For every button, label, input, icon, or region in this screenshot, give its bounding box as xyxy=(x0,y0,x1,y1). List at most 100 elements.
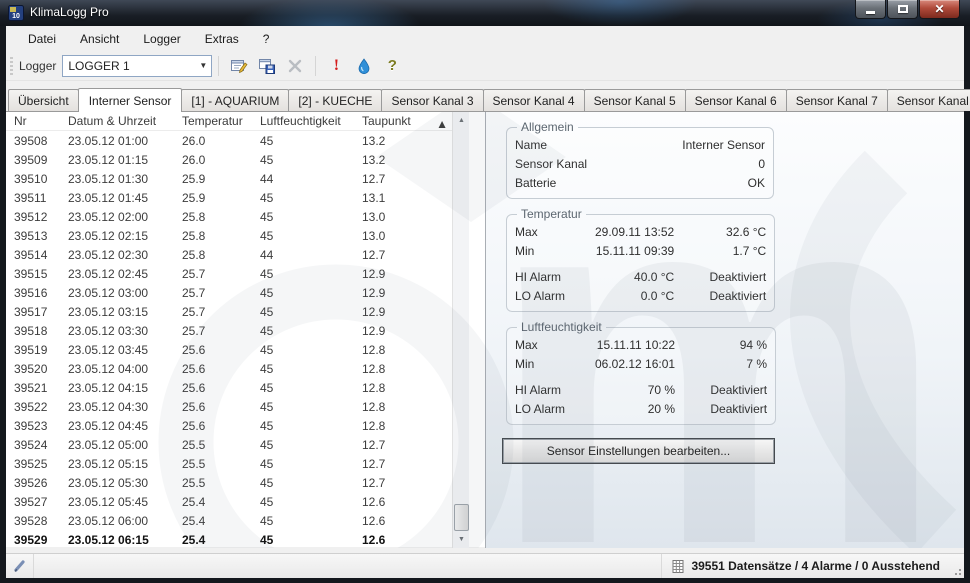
info-row: Sensor Kanal 0 xyxy=(515,154,765,173)
tab[interactable]: Interner Sensor xyxy=(78,88,183,112)
app-icon: 10 xyxy=(8,5,24,21)
table-row[interactable]: 39509 23.05.12 01:15 26.0 45 13.2 xyxy=(6,150,452,169)
properties-icon xyxy=(230,57,248,75)
minimize-button[interactable] xyxy=(855,0,886,19)
scroll-up-icon[interactable]: ▲ xyxy=(453,112,470,129)
logger-select[interactable]: LOGGER 1 ▼ xyxy=(62,55,212,77)
table-row[interactable]: 39514 23.05.12 02:30 25.8 44 12.7 xyxy=(6,245,452,264)
table-row[interactable]: 39518 23.05.12 03:30 25.7 45 12.9 xyxy=(6,321,452,340)
window-title: KlimaLogg Pro xyxy=(30,5,109,19)
toolbar-grip[interactable] xyxy=(10,57,13,75)
svg-text:10: 10 xyxy=(12,13,20,20)
records-status-text: 39551 Datensätze / 4 Alarme / 0 Ausstehe… xyxy=(691,559,940,573)
group-luftfeuchtigkeit: Luftfeuchtigkeit Max 15.11.11 10:22 94 %… xyxy=(506,320,776,425)
close-button[interactable]: ✕ xyxy=(919,0,960,19)
tab[interactable]: Sensor Kanal 7 xyxy=(786,89,888,111)
maximize-button[interactable] xyxy=(887,0,918,19)
humidity-button[interactable] xyxy=(351,54,377,78)
minmax-row: Max 29.09.11 13:52 32.6 °C xyxy=(515,222,766,241)
group-luftfeuchtigkeit-title: Luftfeuchtigkeit xyxy=(517,320,606,334)
delete-button[interactable] xyxy=(282,54,308,78)
titlebar[interactable]: 10 KlimaLogg Pro ✕ xyxy=(0,0,970,26)
table-header: Nr Datum & Uhrzeit Temperatur Luftfeucht… xyxy=(6,112,452,131)
table-row[interactable]: 39522 23.05.12 04:30 25.6 45 12.8 xyxy=(6,397,452,416)
table-row[interactable]: 39512 23.05.12 02:00 25.8 45 13.0 xyxy=(6,207,452,226)
table-row[interactable]: 39527 23.05.12 05:45 25.4 45 12.6 xyxy=(6,492,452,511)
group-allgemein-title: Allgemein xyxy=(517,120,578,134)
alarm-row: HI Alarm 40.0 °C Deaktiviert xyxy=(515,267,766,286)
table-row[interactable]: 39528 23.05.12 06:00 25.4 45 12.6 xyxy=(6,511,452,530)
col-header-dewpoint[interactable]: Taupunkt xyxy=(354,114,444,128)
tab[interactable]: Sensor Kanal 4 xyxy=(483,89,585,111)
tab[interactable]: Sensor Kanal 6 xyxy=(685,89,787,111)
table-body: 39508 23.05.12 01:00 26.0 45 13.2 39509 … xyxy=(6,131,452,548)
table-row[interactable]: 39515 23.05.12 02:45 25.7 45 12.9 xyxy=(6,264,452,283)
tab[interactable]: [1] - AQUARIUM xyxy=(181,89,289,111)
delete-icon xyxy=(287,58,303,74)
humidity-icon xyxy=(356,58,372,74)
pen-icon xyxy=(13,559,27,573)
help-button[interactable]: ? xyxy=(379,54,405,78)
table-row[interactable]: 39526 23.05.12 05:30 25.5 45 12.7 xyxy=(6,473,452,492)
menu-item[interactable]: ? xyxy=(251,28,282,50)
chevron-down-icon: ▼ xyxy=(195,61,211,70)
scrollbar-thumb[interactable] xyxy=(454,504,469,531)
table-row[interactable]: 39511 23.05.12 01:45 25.9 45 13.1 xyxy=(6,188,452,207)
table-row[interactable]: 39516 23.05.12 03:00 25.7 45 12.9 xyxy=(6,283,452,302)
table-row[interactable]: 39525 23.05.12 05:15 25.5 45 12.7 xyxy=(6,454,452,473)
help-icon: ? xyxy=(388,57,397,74)
tab[interactable]: [2] - KUECHE xyxy=(288,89,382,111)
edit-sensor-settings-button[interactable]: Sensor Einstellungen bearbeiten... xyxy=(502,438,775,464)
menu-item[interactable]: Datei xyxy=(16,28,68,50)
status-pen-cell xyxy=(6,554,34,579)
alarm-row: LO Alarm 0.0 °C Deaktiviert xyxy=(515,286,766,305)
tab-bar: ÜbersichtInterner Sensor[1] - AQUARIUM[2… xyxy=(6,83,964,111)
export-button[interactable] xyxy=(254,54,280,78)
table-row[interactable]: 39524 23.05.12 05:00 25.5 45 12.7 xyxy=(6,435,452,454)
table-row[interactable]: 39508 23.05.12 01:00 26.0 45 13.2 xyxy=(6,131,452,150)
col-header-temperature[interactable]: Temperatur xyxy=(170,114,252,128)
scroll-down-icon[interactable]: ▼ xyxy=(453,531,470,548)
tab[interactable]: Sensor Kanal 3 xyxy=(381,89,483,111)
tab[interactable]: Übersicht xyxy=(8,89,79,111)
info-row: Batterie OK xyxy=(515,173,765,192)
table-row[interactable]: 39520 23.05.12 04:00 25.6 45 12.8 xyxy=(6,359,452,378)
col-header-humidity[interactable]: Luftfeuchtigkeit xyxy=(252,114,354,128)
alarm-button[interactable]: ! xyxy=(323,54,349,78)
menu-item[interactable]: Ansicht xyxy=(68,28,131,50)
table-row[interactable]: 39523 23.05.12 04:45 25.6 45 12.8 xyxy=(6,416,452,435)
group-allgemein: Allgemein Name Interner Sensor Sensor Ka… xyxy=(506,120,774,199)
menu-item[interactable]: Logger xyxy=(131,28,192,50)
window-frame xyxy=(0,578,970,583)
menu-bar: DateiAnsichtLoggerExtras? xyxy=(6,26,964,51)
col-header-datetime[interactable]: Datum & Uhrzeit xyxy=(62,114,170,128)
sensor-details-panel: Allgemein Name Interner Sensor Sensor Ka… xyxy=(485,112,964,548)
tab[interactable]: Sensor Kanal 8 xyxy=(887,89,970,111)
minmax-row: Min 06.02.12 16:01 7 % xyxy=(515,354,767,373)
table-row[interactable]: 39519 23.05.12 03:45 25.6 45 12.8 xyxy=(6,340,452,359)
sort-arrow-icon[interactable]: ▲ xyxy=(436,117,448,131)
table-row[interactable]: 39521 23.05.12 04:15 25.6 45 12.8 xyxy=(6,378,452,397)
col-header-nr[interactable]: Nr xyxy=(6,114,62,128)
minmax-row: Max 15.11.11 10:22 94 % xyxy=(515,335,767,354)
table-row[interactable]: 39513 23.05.12 02:15 25.8 45 13.0 xyxy=(6,226,452,245)
group-temperatur: Temperatur Max 29.09.11 13:52 32.6 °C Mi… xyxy=(506,207,775,312)
vertical-scrollbar[interactable]: ▲ ▼ xyxy=(452,112,469,548)
toolbar: Logger LOGGER 1 ▼ xyxy=(6,51,964,81)
tab[interactable]: Sensor Kanal 5 xyxy=(584,89,686,111)
content-pane: Nr Datum & Uhrzeit Temperatur Luftfeucht… xyxy=(6,111,964,547)
resize-grip[interactable] xyxy=(950,554,964,579)
table-row[interactable]: 39510 23.05.12 01:30 25.9 44 12.7 xyxy=(6,169,452,188)
table-row[interactable]: 39529 23.05.12 06:15 25.4 45 12.6 xyxy=(6,530,452,548)
properties-button[interactable] xyxy=(226,54,252,78)
menu-item[interactable]: Extras xyxy=(193,28,251,50)
save-icon xyxy=(258,57,276,75)
info-row: Name Interner Sensor xyxy=(515,135,765,154)
alarm-row: HI Alarm 70 % Deaktiviert xyxy=(515,380,767,399)
status-records-cell: 39551 Datensätze / 4 Alarme / 0 Ausstehe… xyxy=(662,554,950,579)
group-temperatur-title: Temperatur xyxy=(517,207,586,221)
table-row[interactable]: 39517 23.05.12 03:15 25.7 45 12.9 xyxy=(6,302,452,321)
status-bar: 39551 Datensätze / 4 Alarme / 0 Ausstehe… xyxy=(6,553,964,578)
minmax-row: Min 15.11.11 09:39 1.7 °C xyxy=(515,241,766,260)
records-grid-icon xyxy=(672,560,685,573)
